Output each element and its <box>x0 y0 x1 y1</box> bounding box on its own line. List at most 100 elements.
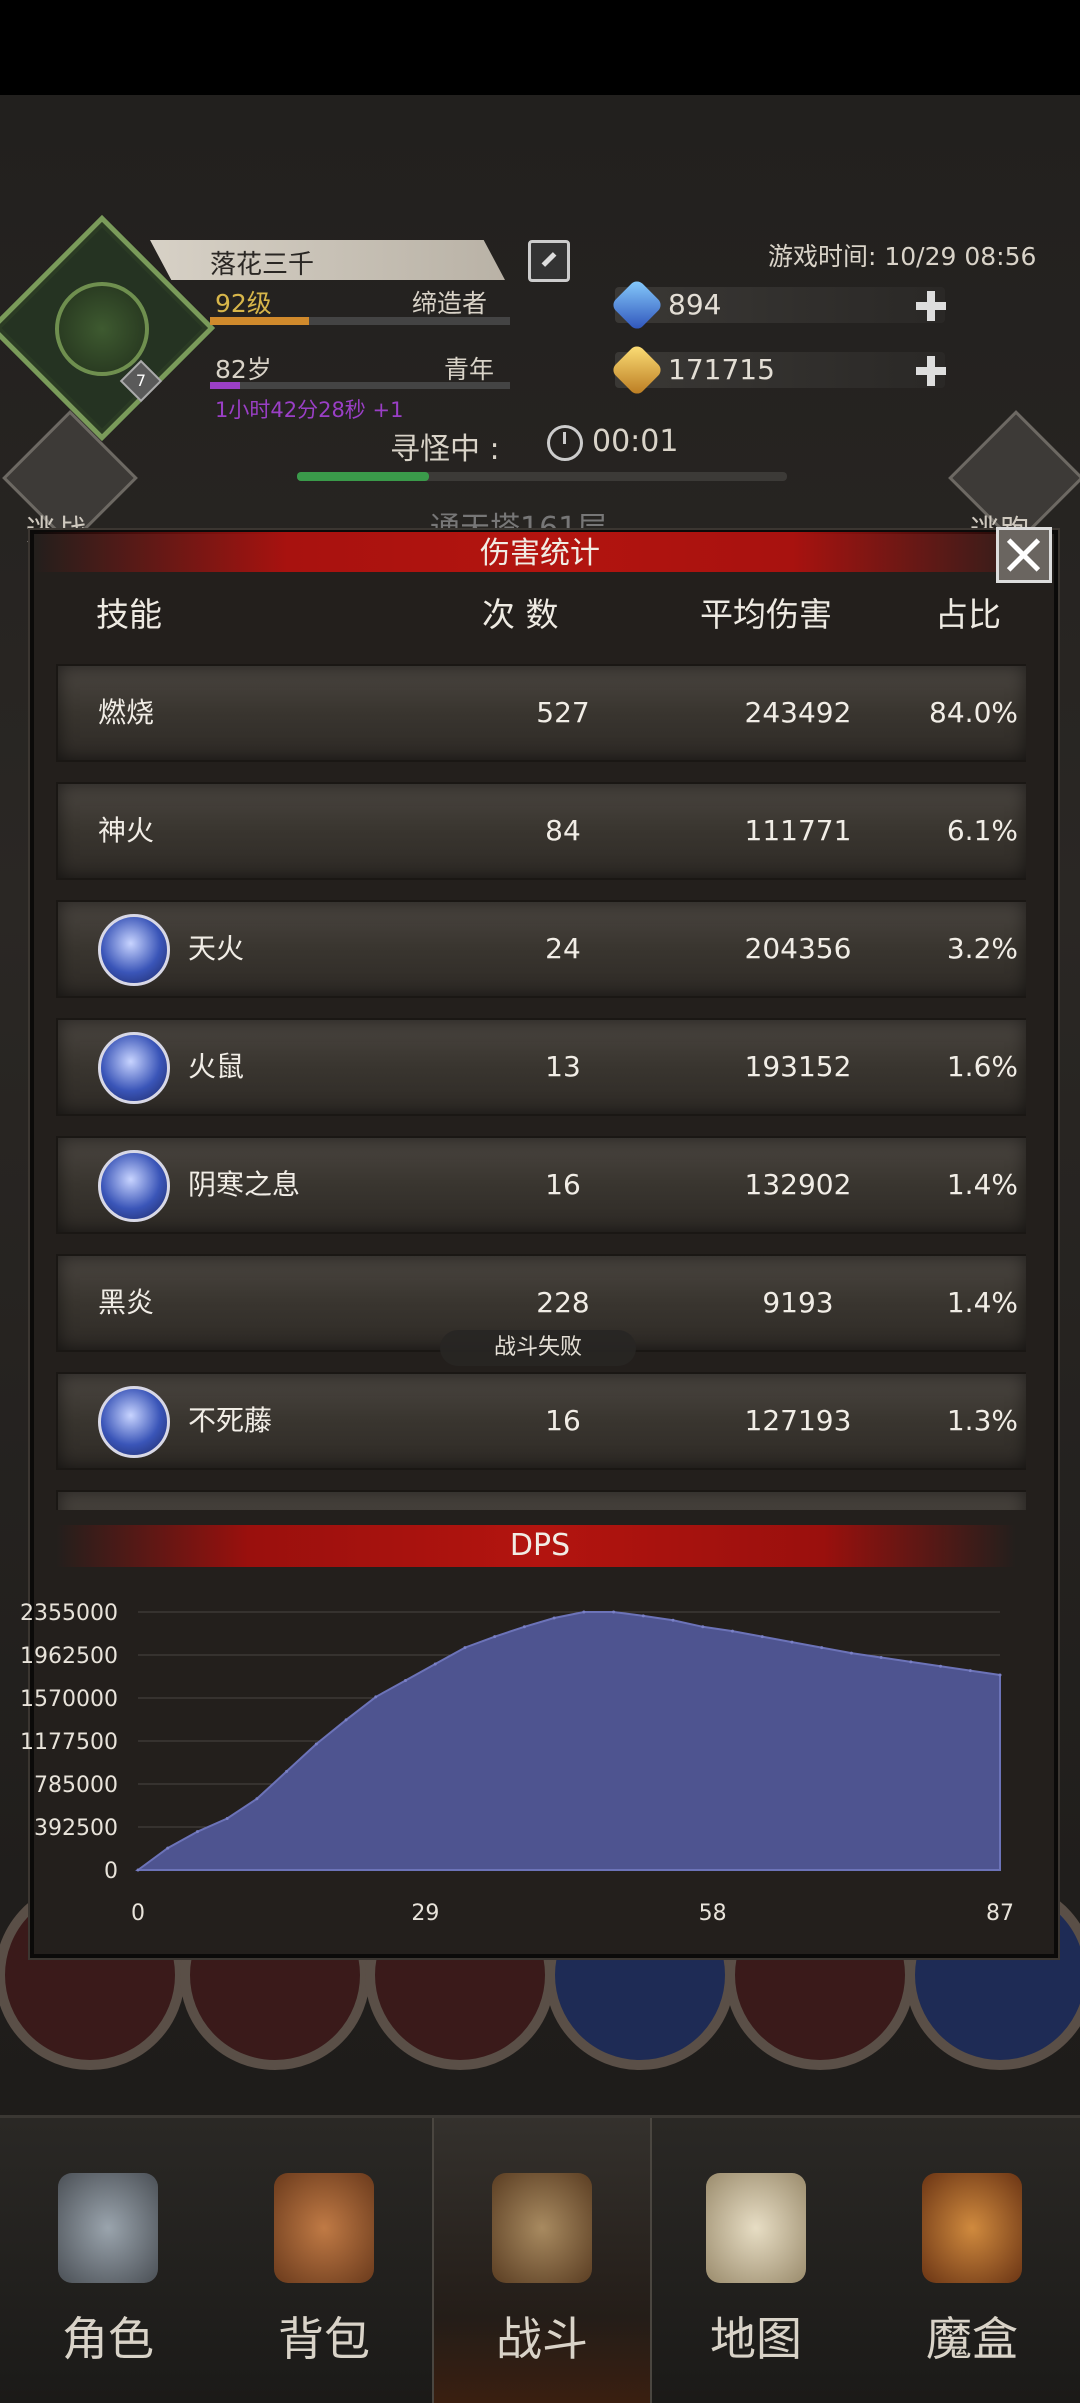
hit-count: 24 <box>545 932 581 965</box>
dps-point <box>909 1660 913 1664</box>
dps-point <box>879 1655 883 1659</box>
damage-ratio: 84.0% <box>929 696 1018 729</box>
gem-resource-row <box>615 287 945 323</box>
dps-point <box>344 1718 348 1722</box>
magic-box-icon <box>922 2173 1022 2283</box>
age-progress-fill <box>210 382 240 389</box>
dialog-title: 伤害统计 <box>480 536 600 571</box>
name-plate <box>150 240 505 280</box>
hit-count: 84 <box>545 814 581 847</box>
x-tick-label: 58 <box>699 1901 727 1926</box>
skill-name: 不死藤 <box>188 1404 273 1437</box>
nav-label: 战斗 <box>496 2312 588 2366</box>
nav-item-battle[interactable]: 战斗 <box>432 2118 652 2403</box>
skill-name: 燃烧 <box>98 696 155 729</box>
gold-count: 171715 <box>668 353 775 386</box>
knight-helmet-icon <box>58 2173 158 2283</box>
add-gems-icon[interactable] <box>914 289 948 323</box>
gold-resource-row <box>615 352 945 388</box>
table-row <box>56 1490 1026 1510</box>
age-stage: 青年 <box>444 355 495 384</box>
player-age: 82岁 <box>215 355 272 384</box>
dps-point <box>820 1646 824 1650</box>
fire-rat-icon <box>98 1032 170 1104</box>
dps-point <box>939 1664 943 1668</box>
dps-point <box>374 1695 378 1699</box>
backpack-icon <box>274 2173 374 2283</box>
nav-item-map[interactable]: 地图 <box>648 2118 864 2403</box>
damage-ratio: 1.4% <box>946 1168 1018 1201</box>
player-level: 92级 <box>215 289 272 318</box>
avatar-badge-value: 7 <box>135 371 147 390</box>
dps-point <box>195 1830 199 1834</box>
skill-name: 火鼠 <box>188 1050 245 1083</box>
swirl-fire-icon <box>98 914 170 986</box>
close-button[interactable] <box>996 527 1052 583</box>
avg-damage: 9193 <box>762 1286 834 1319</box>
y-tick-label: 1962500 <box>20 1644 118 1669</box>
nav-item-character[interactable]: 角色 <box>0 2118 216 2403</box>
dps-point <box>433 1662 437 1666</box>
dps-point <box>463 1646 467 1650</box>
dps-point <box>552 1616 556 1620</box>
dps-point <box>225 1817 229 1821</box>
dps-point <box>612 1610 616 1614</box>
dps-point <box>849 1651 853 1655</box>
y-tick-label: 1177500 <box>20 1730 118 1755</box>
column-header-count: 次 数 <box>482 595 559 634</box>
avg-damage: 243492 <box>744 696 852 729</box>
x-tick-label: 29 <box>411 1901 439 1926</box>
dps-point <box>968 1669 972 1673</box>
dps-point <box>641 1614 645 1618</box>
table-row: 火鼠 13 193152 1.6% <box>56 1018 1026 1116</box>
player-job: 缔造者 <box>412 289 488 318</box>
dps-point <box>760 1635 764 1639</box>
damage-ratio: 1.4% <box>946 1286 1018 1319</box>
y-tick-label: 785000 <box>34 1773 118 1798</box>
x-tick-label: 0 <box>131 1901 145 1926</box>
age-progress-bar <box>210 382 510 389</box>
bottom-nav: 角色 背包 战斗 地图 魔盒 <box>0 2115 1080 2403</box>
search-progress-bar <box>297 472 787 481</box>
y-tick-label: 392500 <box>34 1816 118 1841</box>
dps-point <box>314 1742 318 1746</box>
game-time: 游戏时间: 10/29 08:56 <box>768 242 1037 271</box>
dps-title: DPS <box>509 1528 571 1563</box>
nav-item-backpack[interactable]: 背包 <box>216 2118 432 2403</box>
dps-point <box>493 1635 497 1639</box>
table-row: 不死藤 16 127193 1.3% <box>56 1372 1026 1470</box>
damage-ratio: 1.3% <box>946 1404 1018 1437</box>
dps-point <box>730 1629 734 1633</box>
dps-point <box>701 1625 705 1629</box>
column-header-skill: 技能 <box>96 595 162 634</box>
dps-point <box>790 1640 794 1644</box>
avatar[interactable] <box>55 282 149 376</box>
cold-breath-icon <box>98 1150 170 1222</box>
y-tick-label: 0 <box>104 1859 118 1884</box>
level-progress-bar <box>210 317 510 325</box>
dps-point <box>522 1625 526 1629</box>
avg-damage: 111771 <box>744 814 852 847</box>
gem-count: 894 <box>668 288 722 321</box>
avg-damage: 132902 <box>744 1168 852 1201</box>
dps-point <box>136 1868 140 1872</box>
status-bar <box>0 0 1080 95</box>
dps-point <box>285 1769 289 1773</box>
search-status-label: 寻怪中 : <box>390 432 500 467</box>
vine-icon <box>98 1386 170 1458</box>
hit-count: 527 <box>536 696 590 729</box>
shield-sword-icon <box>492 2173 592 2283</box>
damage-table[interactable]: 燃烧 527 243492 84.0% 神火 84 111771 6.1% 天火… <box>56 660 1026 1510</box>
offline-reward-text: 1小时42分28秒 +1 <box>215 398 404 422</box>
add-gold-icon[interactable] <box>914 354 948 388</box>
table-row: 神火 84 111771 6.1% <box>56 782 1026 880</box>
search-timer: 00:01 <box>592 424 679 459</box>
skill-name: 天火 <box>188 932 245 965</box>
stopwatch-icon <box>547 425 583 461</box>
nav-item-magic-box[interactable]: 魔盒 <box>864 2118 1080 2403</box>
x-tick-label: 87 <box>986 1901 1014 1926</box>
edit-name-icon[interactable] <box>528 240 570 282</box>
level-progress-fill <box>210 317 309 325</box>
dps-chart: 0 392500 785000 1177500 1570000 1962500 235500… <box>20 1601 1014 1926</box>
avg-damage: 127193 <box>744 1404 852 1437</box>
